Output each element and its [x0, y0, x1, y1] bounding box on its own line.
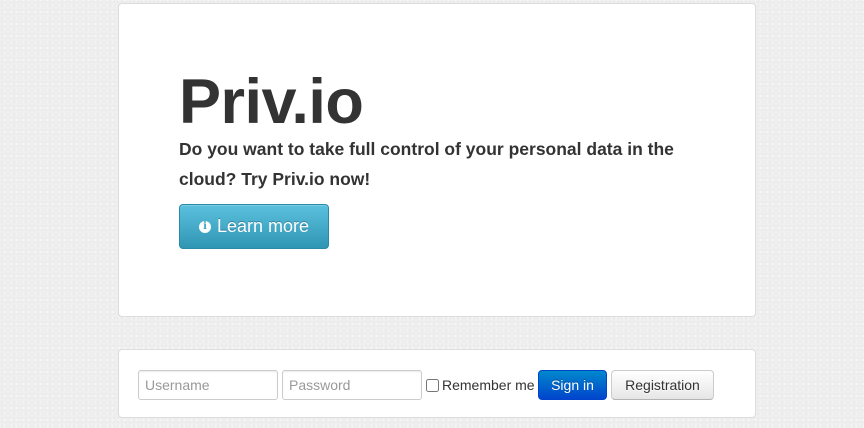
sign-in-button[interactable]: Sign in	[538, 370, 607, 400]
registration-button[interactable]: Registration	[611, 370, 714, 400]
hero-unit: Priv.io Do you want to take full control…	[118, 3, 756, 317]
remember-me-text: Remember me	[442, 377, 535, 393]
username-input[interactable]	[138, 370, 278, 400]
login-form: Remember me Sign in Registration	[118, 349, 756, 418]
hero-tagline: Do you want to take full control of your…	[179, 139, 674, 189]
password-input[interactable]	[282, 370, 422, 400]
remember-me-label[interactable]: Remember me	[426, 370, 535, 400]
remember-me-checkbox[interactable]	[426, 378, 439, 392]
learn-more-button[interactable]: i Learn more	[179, 204, 329, 249]
page-title: Priv.io	[179, 67, 364, 137]
info-sign-icon: i	[198, 220, 211, 233]
learn-more-label: Learn more	[216, 216, 310, 236]
